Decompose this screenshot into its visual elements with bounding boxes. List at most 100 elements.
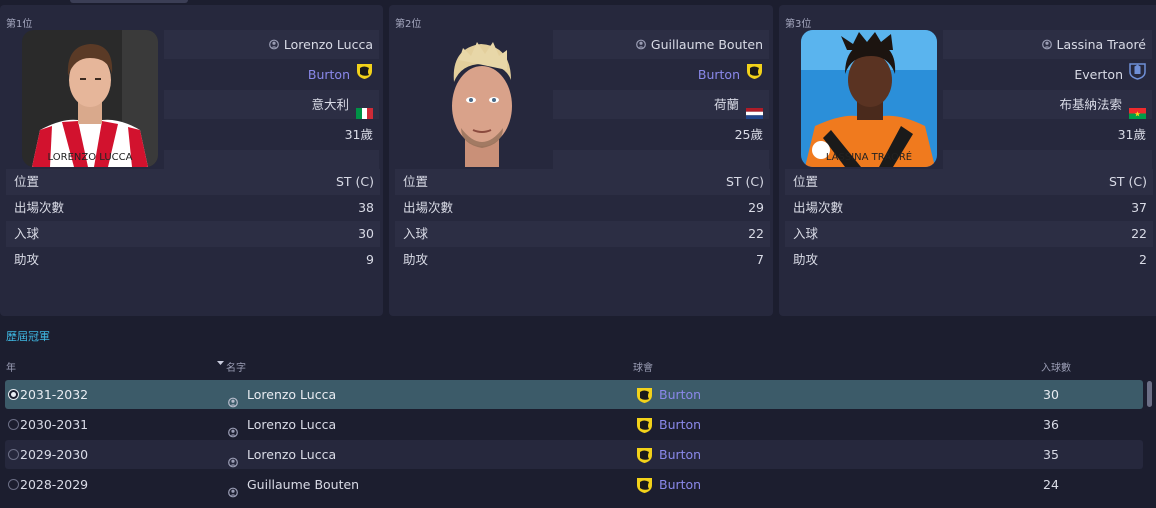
player-name[interactable]: Lorenzo Lucca (284, 37, 373, 52)
stat-row-position: 位置 ST (C) (6, 169, 380, 195)
player-info: Lorenzo Lucca Burton 意大利 31歲 (164, 30, 379, 180)
table-row[interactable]: 2031-2032 Lorenzo Lucca Burton 30 (5, 380, 1143, 409)
radio-icon[interactable] (8, 479, 19, 490)
stat-row-appearances: 出場次數 29 (395, 195, 770, 221)
italy-flag-icon (356, 100, 373, 119)
stat-value: 37 (1131, 200, 1147, 215)
leader-card-1[interactable]: 第1位 LORENZO LUCCA Lorenzo Lucca Burton 意… (0, 5, 383, 316)
player-photo-image (452, 42, 512, 167)
stat-row-position: 位置 ST (C) (785, 169, 1153, 195)
stat-label: 入球 (403, 226, 429, 241)
player-nationality-row[interactable]: 荷蘭 (553, 90, 769, 119)
stat-row-appearances: 出場次數 38 (6, 195, 380, 221)
rank-label: 第2位 (395, 19, 422, 30)
stat-row-assists: 助攻 2 (785, 247, 1153, 273)
row-goals: 24 (1043, 477, 1059, 492)
player-nationality-row[interactable]: 布基納法索 (943, 90, 1152, 119)
stat-label: 位置 (14, 174, 40, 189)
stat-value: 30 (358, 226, 374, 241)
row-club-link[interactable]: Burton (659, 380, 701, 409)
column-header-goals[interactable]: 入球數 (1041, 359, 1071, 374)
row-player-name[interactable]: Lorenzo Lucca (247, 410, 336, 439)
club-name[interactable]: Everton (1074, 67, 1123, 82)
column-header-year[interactable]: 年 (6, 359, 16, 374)
player-name-row[interactable]: Lassina Traoré (943, 30, 1152, 59)
nationality-label: 荷蘭 (713, 97, 739, 112)
table-row[interactable]: 2029-2030 Lorenzo Lucca Burton 35 (5, 440, 1143, 469)
stat-label: 入球 (14, 226, 40, 241)
column-header-club[interactable]: 球會 (633, 359, 653, 374)
radio-icon[interactable] (8, 389, 19, 400)
player-photo[interactable] (411, 30, 547, 167)
burton-crest-icon (356, 61, 373, 90)
table-row[interactable]: 2030-2031 Lorenzo Lucca Burton 36 (5, 410, 1143, 439)
row-player-name[interactable]: Lorenzo Lucca (247, 440, 336, 469)
stat-row-assists: 助攻 9 (6, 247, 380, 273)
stat-value: 22 (1131, 226, 1147, 241)
leader-card-2[interactable]: 第2位 Guillaume Bouten Burton 荷蘭 25歲 位置 ST… (389, 5, 773, 316)
row-year: 2030-2031 (20, 417, 89, 432)
player-nationality-row[interactable]: 意大利 (164, 90, 379, 119)
burton-crest-icon (746, 61, 763, 90)
column-header-name[interactable]: 名字 (226, 359, 246, 374)
player-name[interactable]: Lassina Traoré (1057, 37, 1146, 52)
club-link[interactable]: Burton (698, 67, 740, 82)
player-stats: 位置 ST (C) 出場次數 37 入球 22 助攻 2 (785, 169, 1153, 273)
radio-icon[interactable] (8, 449, 19, 460)
age-label: 31歲 (344, 127, 373, 142)
row-club-link[interactable]: Burton (659, 470, 701, 499)
row-year: 2029-2030 (20, 447, 89, 462)
everton-crest-icon (1129, 61, 1146, 90)
rank-label: 第1位 (6, 19, 33, 30)
row-player-name[interactable]: Lorenzo Lucca (247, 380, 336, 409)
row-goals: 35 (1043, 447, 1059, 462)
player-stats: 位置 ST (C) 出場次數 29 入球 22 助攻 7 (395, 169, 770, 273)
age-label: 31歲 (1117, 127, 1146, 142)
person-icon (1041, 31, 1052, 60)
table-scrollbar[interactable] (1147, 381, 1152, 407)
player-name-row[interactable]: Lorenzo Lucca (164, 30, 379, 59)
stat-label: 出場次數 (793, 200, 844, 215)
top-scorers-cards: 第1位 LORENZO LUCCA Lorenzo Lucca Burton 意… (0, 5, 1156, 317)
age-label: 25歲 (734, 127, 763, 142)
stat-label: 位置 (403, 174, 429, 189)
player-name-row[interactable]: Guillaume Bouten (553, 30, 769, 59)
row-goals: 30 (1043, 387, 1059, 402)
player-club-row[interactable]: Burton (164, 60, 379, 89)
table-row[interactable]: 2028-2029 Guillaume Bouten Burton 24 (5, 470, 1143, 499)
row-goals: 36 (1043, 417, 1059, 432)
burton-crest-icon (636, 475, 653, 504)
stat-value: 38 (358, 200, 374, 215)
player-info: Guillaume Bouten Burton 荷蘭 25歲 (553, 30, 769, 180)
netherlands-flag-icon (746, 100, 763, 119)
row-player-name[interactable]: Guillaume Bouten (247, 470, 359, 499)
player-club-row[interactable]: Burton (553, 60, 769, 89)
club-link[interactable]: Burton (308, 67, 350, 82)
stat-value: 29 (748, 200, 764, 215)
player-name[interactable]: Guillaume Bouten (651, 37, 763, 52)
leader-card-3[interactable]: 第3位 LASSINA TRAORÉ Lassina Traoré Everto… (779, 5, 1156, 316)
stat-value: 22 (748, 226, 764, 241)
player-photo[interactable]: LASSINA TRAORÉ (801, 30, 937, 167)
shirt-text: LASSINA TRAORÉ (826, 150, 912, 163)
player-photo-image: LASSINA TRAORÉ (801, 30, 937, 167)
row-club-link[interactable]: Burton (659, 440, 701, 469)
history-table-header: 年 名字 球會 入球數 (0, 356, 1156, 374)
player-club-row[interactable]: Everton (943, 60, 1152, 89)
stat-label: 出場次數 (14, 200, 65, 215)
person-icon (635, 31, 646, 60)
row-club-link[interactable]: Burton (659, 410, 701, 439)
stat-value: 9 (366, 252, 374, 267)
player-photo[interactable]: LORENZO LUCCA (22, 30, 158, 167)
stat-row-goals: 入球 22 (785, 221, 1153, 247)
player-info: Lassina Traoré Everton 布基納法索 31歲 (943, 30, 1152, 180)
nationality-label: 布基納法索 (1059, 97, 1122, 112)
radio-icon[interactable] (8, 419, 19, 430)
sort-arrow-icon[interactable] (217, 359, 224, 370)
stat-row-goals: 入球 22 (395, 221, 770, 247)
history-table-body: 2031-2032 Lorenzo Lucca Burton 30 2030-2… (5, 380, 1143, 500)
player-age-row: 31歲 (943, 120, 1152, 149)
history-section-title: 歷屆冠軍 (6, 330, 50, 343)
row-year: 2028-2029 (20, 477, 89, 492)
player-age-row: 31歲 (164, 120, 379, 149)
